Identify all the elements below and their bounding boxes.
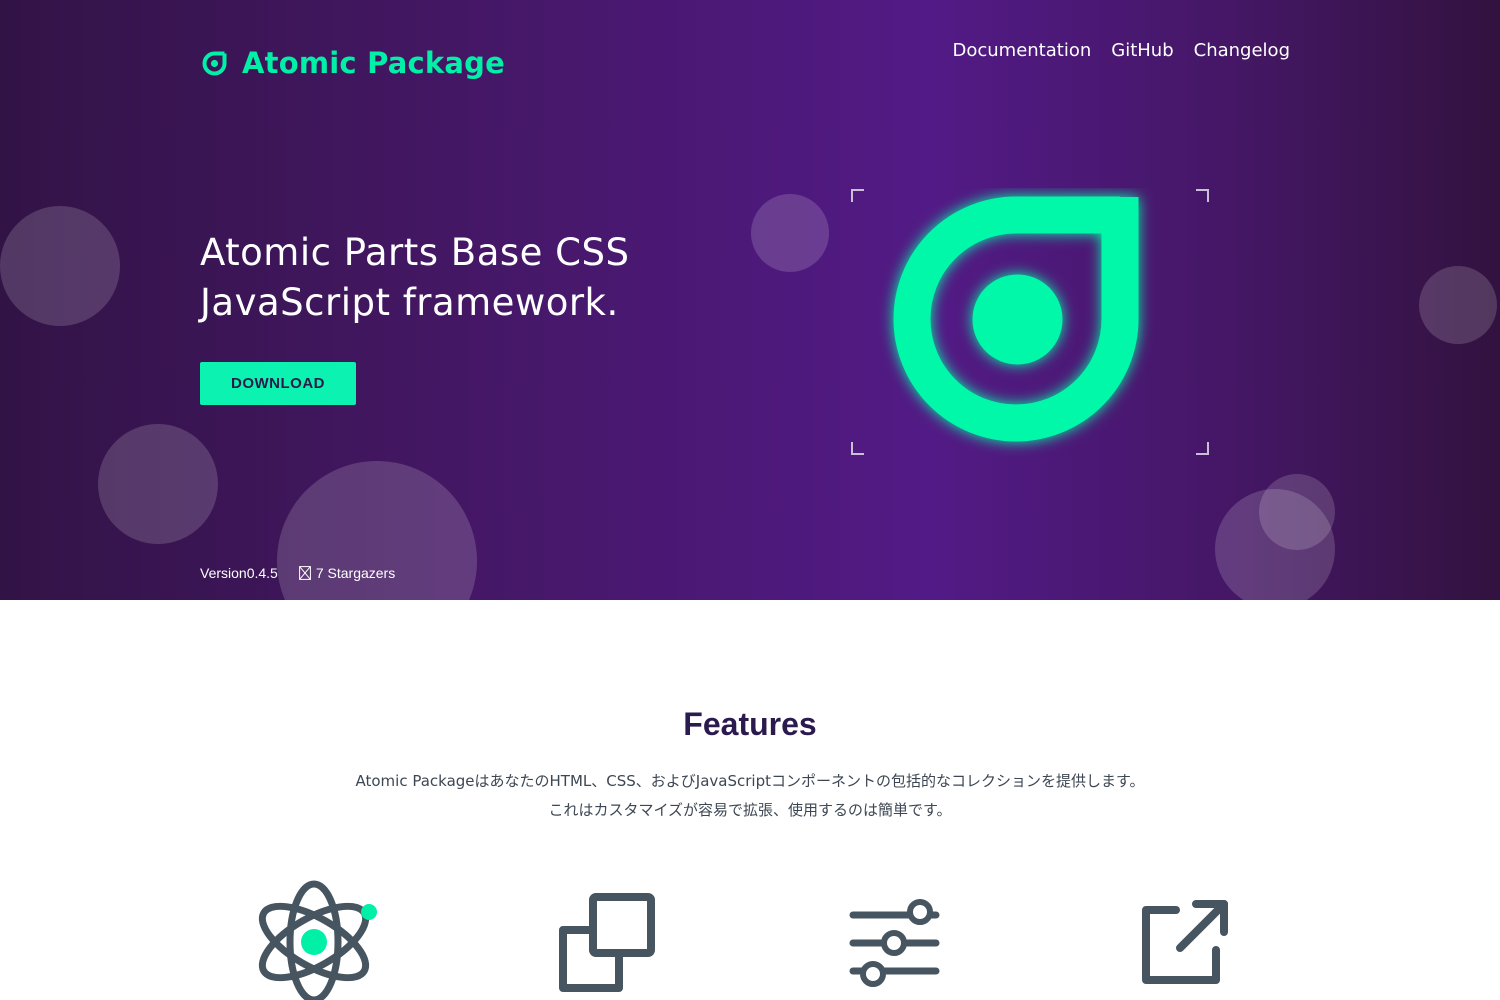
nav-documentation-link[interactable]: Documentation [952,40,1091,61]
headline-line-1: Atomic Parts Base CSS [200,231,630,274]
features-desc-line-1: Atomic PackageはあなたのHTML、CSS、およびJavaScrip… [355,772,1145,790]
features-title: Features [683,706,817,742]
brand[interactable]: Atomic Package [200,46,505,80]
top-nav: Documentation GitHub Changelog [952,40,1290,61]
nav-changelog-link[interactable]: Changelog [1194,40,1290,61]
stargazers-count: 7 Stargazers [315,565,396,581]
decor-bubble [1259,474,1335,550]
hero-section: Atomic Package Documentation GitHub Chan… [0,0,1500,600]
atomic-logo-icon [202,51,227,76]
version-label: Version0.4.5 [200,565,278,581]
external-link-icon [1142,900,1228,984]
copy-icon [559,893,655,992]
sliders-icon [849,899,940,987]
atom-icon [258,880,377,1000]
decor-bubble [0,206,120,326]
decor-bubble [98,424,218,544]
stargazers-link[interactable]: 7 Stargazers [298,565,396,581]
brand-name: Atomic Package [242,46,505,80]
features-desc-line-2: これはカスタマイズが容易で拡張、使用するのは簡単です。 [548,801,952,819]
star-icon [298,566,311,580]
decor-bubble [1419,266,1497,344]
hero-meta: Version0.4.5 7 Stargazers [200,565,395,581]
atomic-logo-icon [851,189,1209,455]
hero-headline: Atomic Parts Base CSS JavaScript framewo… [200,228,720,328]
download-button[interactable]: DOWNLOAD [200,362,356,405]
decor-bubble [751,194,829,272]
nav-github-link[interactable]: GitHub [1111,40,1173,61]
headline-line-2: JavaScript framework. [200,281,619,324]
features-description: Atomic PackageはあなたのHTML、CSS、およびJavaScrip… [0,767,1500,825]
